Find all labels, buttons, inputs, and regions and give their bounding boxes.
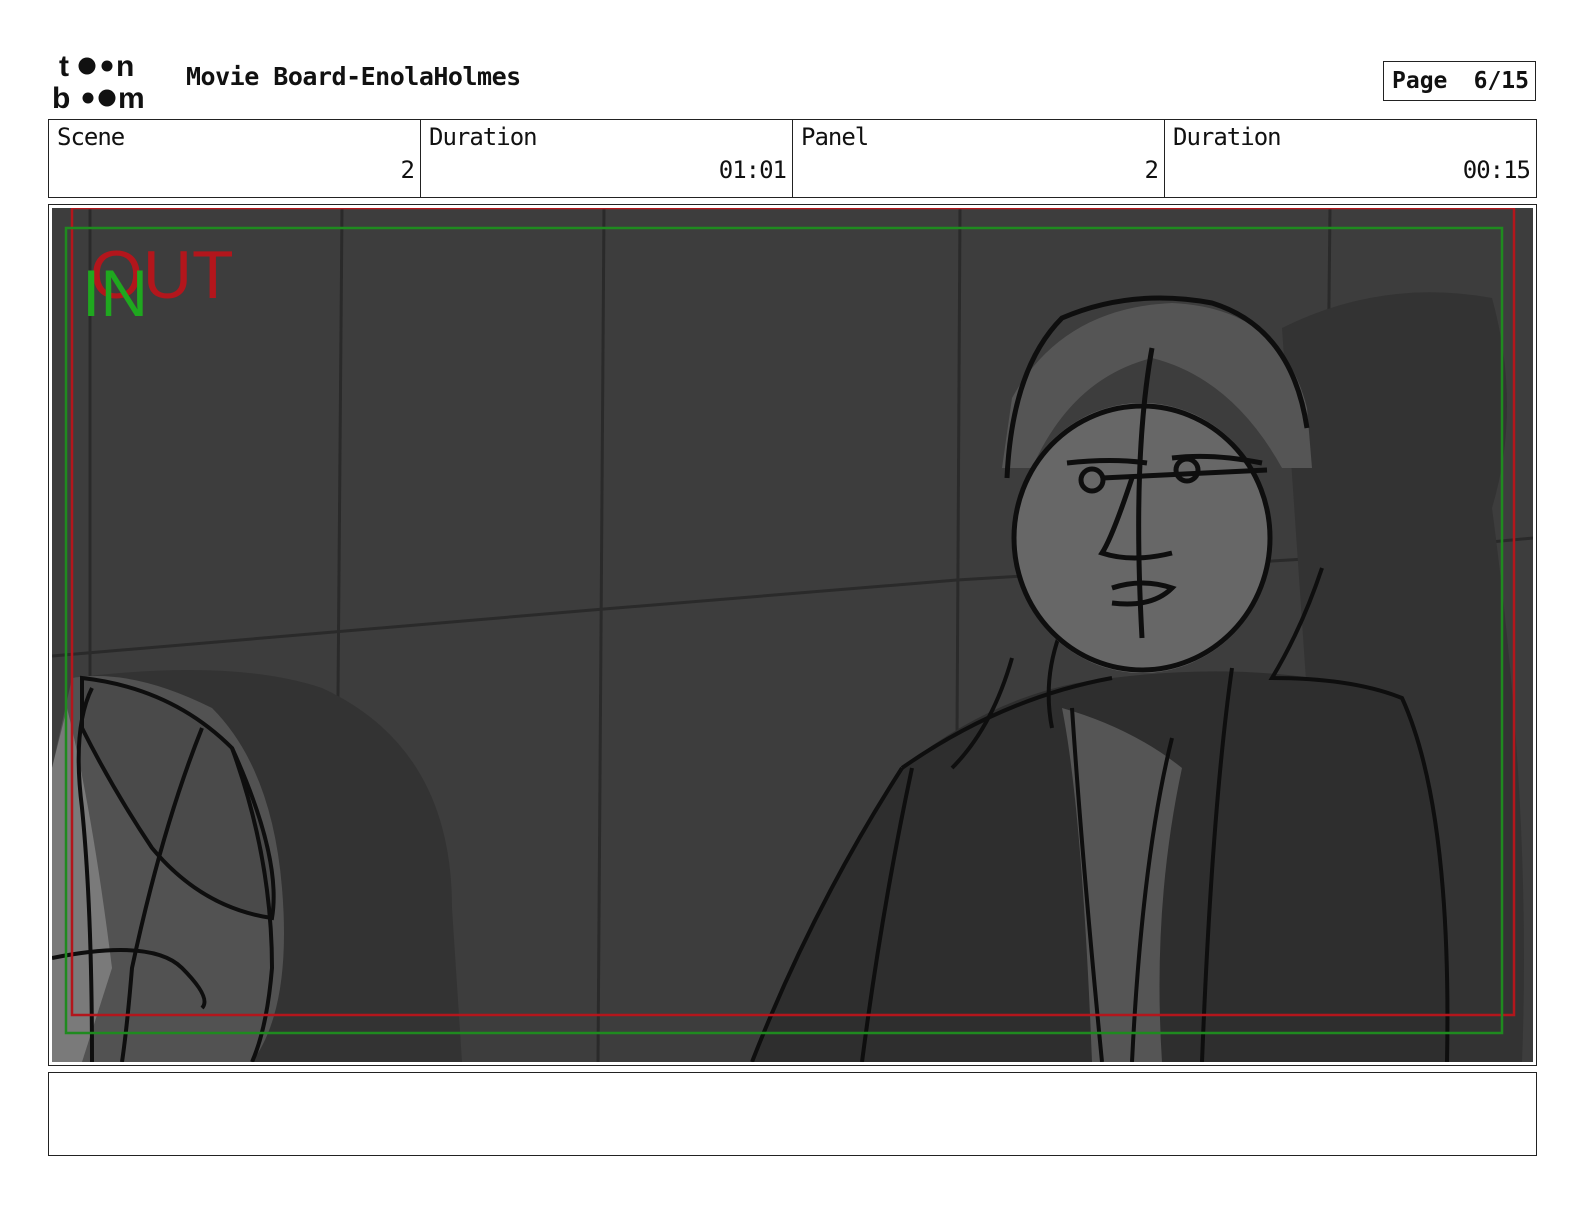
svg-text:n: n	[116, 50, 134, 83]
panel-cell: Panel 2	[793, 120, 1165, 197]
scene-label: Scene	[57, 123, 125, 151]
scene-duration-label: Duration	[429, 123, 538, 151]
scene-duration-value: 01:01	[718, 156, 787, 184]
page-label: Page	[1392, 68, 1448, 94]
scene-value: 2	[400, 156, 415, 184]
panel-duration-value: 00:15	[1462, 156, 1531, 184]
overlay-in: IN	[82, 256, 148, 330]
logo-text-top: t	[59, 50, 69, 83]
scene-duration-cell: Duration 01:01	[421, 120, 793, 197]
scene-cell: Scene 2	[49, 120, 421, 197]
document-title: Movie Board-EnolaHolmes	[186, 62, 521, 91]
page-indicator: Page 6/15	[1383, 61, 1536, 101]
page-number: 6/15	[1473, 68, 1529, 94]
scene-info-row: Scene 2 Duration 01:01 Panel 2 Duration …	[48, 119, 1537, 198]
panel-duration-cell: Duration 00:15	[1165, 120, 1536, 197]
storyboard-panel-image: OUT IN	[52, 208, 1533, 1062]
panel-notes-box	[48, 1072, 1537, 1156]
panel-value: 2	[1144, 156, 1159, 184]
panel-duration-label: Duration	[1173, 123, 1282, 151]
panel-label: Panel	[801, 123, 869, 151]
logo-text-bottom: b	[52, 82, 70, 112]
toonboom-logo: t n b m	[52, 50, 145, 112]
svg-text:m: m	[118, 82, 145, 112]
